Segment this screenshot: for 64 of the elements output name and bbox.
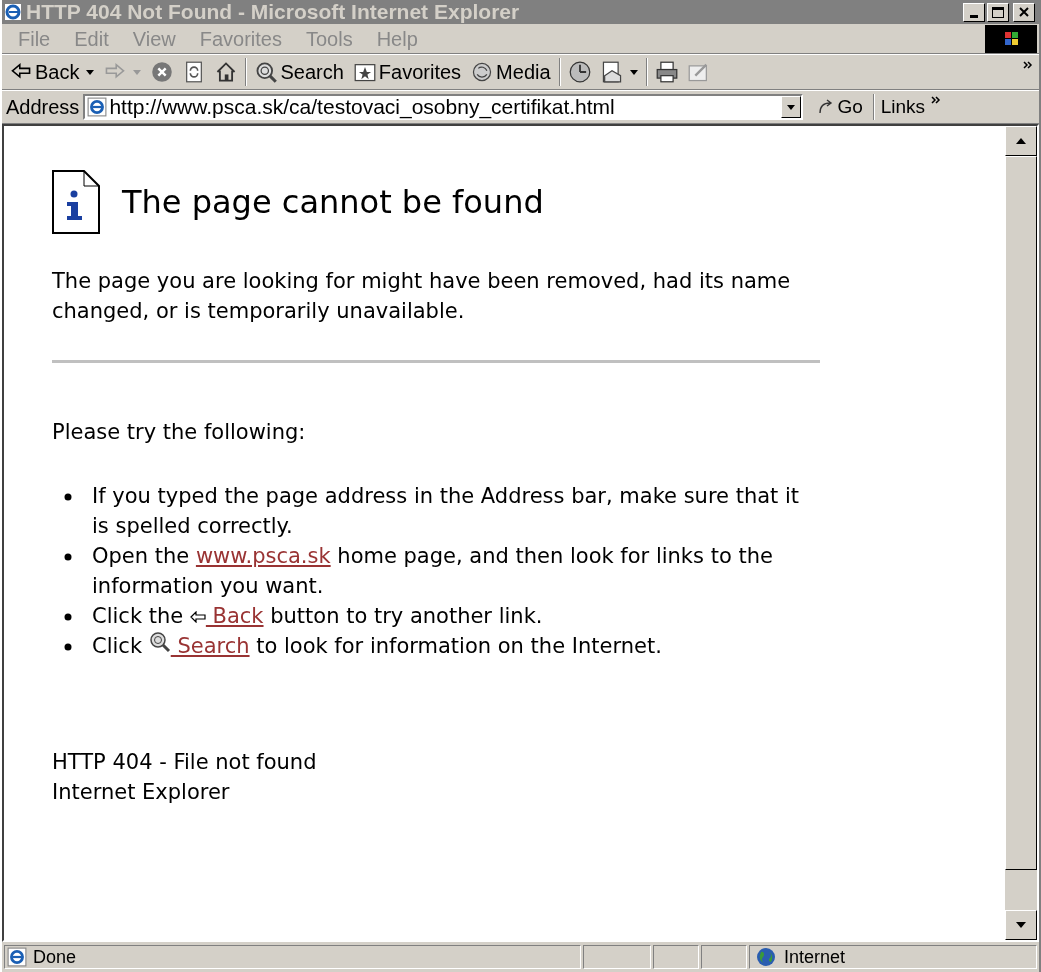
back-button[interactable]: Back — [8, 57, 97, 87]
caret-icon — [133, 69, 142, 75]
link[interactable]: Back — [205, 604, 264, 628]
search-button[interactable]: Search — [253, 57, 346, 87]
links-button[interactable]: Links — [878, 92, 928, 122]
minimize-icon — [970, 14, 978, 18]
list-item: Click the Back button to try another link. — [92, 603, 543, 630]
zone-text: Internet — [784, 945, 846, 969]
status-panel — [583, 945, 651, 969]
maximize-button[interactable] — [987, 2, 1009, 22]
instructions-heading: Please try the following: — [52, 419, 307, 446]
link[interactable]: Search — [170, 634, 250, 658]
scroll-down-button[interactable] — [1005, 910, 1037, 940]
link[interactable]: www.psca.sk — [195, 544, 331, 568]
status-text: Done — [33, 945, 77, 969]
back-arrow-icon — [189, 611, 206, 623]
status-panel — [653, 945, 699, 969]
mail-icon — [600, 61, 623, 83]
printer-icon — [655, 61, 678, 83]
list-item: Open the www.psca.sk home page, and then look for links to the information you want. — [92, 543, 774, 600]
bullet-icon — [64, 613, 72, 621]
close-button[interactable] — [1013, 2, 1035, 22]
maximize-icon — [992, 6, 1004, 18]
star-folder-icon — [353, 61, 376, 83]
chevron-icon — [1023, 61, 1033, 69]
page-heading: The page cannot be found — [122, 182, 544, 223]
media-icon — [471, 61, 494, 83]
caret-icon — [86, 69, 95, 75]
window-title: HTTP 404 Not Found - Microsoft Internet Explorer — [26, 0, 521, 24]
caret-icon — [787, 104, 796, 110]
globe-icon — [756, 947, 776, 967]
bullet-icon — [64, 643, 72, 651]
down-arrow-icon — [1016, 922, 1026, 928]
stop-icon — [151, 61, 174, 83]
browser-logo-icon — [4, 3, 22, 21]
list-item: If you typed the page address in the Address bar, make sure that it is spelled correctly. — [92, 483, 801, 540]
address-field[interactable]: http://www.psca.sk/ca/testovaci_osobny_certifikat.html — [83, 94, 804, 120]
history-icon — [568, 61, 591, 83]
bullet-icon — [64, 493, 72, 501]
intro-text: The page you are looking for might have been removed, had its name changed, or is temporarily unavailable. — [52, 268, 792, 325]
media-button[interactable]: Media — [469, 57, 553, 87]
scroll-thumb[interactable] — [1005, 156, 1037, 870]
caret-icon — [629, 69, 638, 75]
go-button[interactable]: Go — [811, 93, 869, 121]
footer-text: Internet Explorer — [52, 779, 231, 806]
home-icon — [215, 61, 238, 83]
footer-text: HTTP 404 - File not found — [52, 749, 318, 776]
windows-logo-icon — [985, 24, 1037, 53]
minimize-button[interactable] — [963, 2, 985, 22]
status-panel — [701, 945, 747, 969]
dropdown-button[interactable] — [781, 96, 802, 118]
bullet-icon — [64, 553, 72, 561]
scroll-up-button[interactable] — [1005, 126, 1037, 156]
search-icon — [148, 631, 171, 653]
close-icon — [1019, 7, 1029, 17]
favorites-button[interactable]: Favorites — [351, 57, 464, 87]
address-label: Address — [6, 95, 80, 120]
edit-icon — [687, 61, 710, 83]
list-item: Click Search to look for information on the Internet. — [92, 631, 662, 661]
page-icon — [87, 97, 108, 117]
search-icon — [255, 61, 278, 83]
info-icon — [52, 170, 100, 234]
up-arrow-icon — [1016, 138, 1026, 144]
chevron-icon — [931, 96, 942, 104]
